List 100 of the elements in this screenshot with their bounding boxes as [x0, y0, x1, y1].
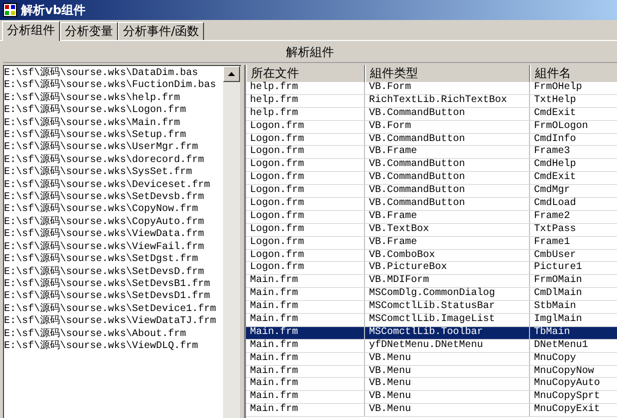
table-cell: FrmOHelp: [530, 82, 617, 95]
table-row[interactable]: Logon.frm VB.CommandButton CmdHelp: [246, 159, 617, 172]
file-list-item[interactable]: E:\sf\源码\sourse.wks\SysSet.frm: [4, 167, 223, 180]
table-row[interactable]: Logon.frm VB.CommandButton CmdMgr: [246, 185, 617, 198]
table-cell: Main.frm: [246, 301, 365, 314]
file-list-item[interactable]: E:\sf\源码\sourse.wks\Main.frm: [4, 118, 223, 130]
table-cell: VB.CommandButton: [365, 134, 530, 146]
table-row[interactable]: Main.frm VB.Menu MnuCopyAuto: [246, 378, 617, 392]
table-cell: CmdMgr: [530, 185, 617, 198]
tab[interactable]: 分析事件/函数: [118, 22, 204, 40]
tab[interactable]: 分析变量: [60, 22, 118, 40]
table-row[interactable]: Main.frm VB.Menu MnuCopy: [246, 352, 617, 366]
table-cell: MnuCopySprt: [530, 391, 617, 404]
file-list-item[interactable]: E:\sf\源码\sourse.wks\CopyAuto.frm: [4, 216, 223, 230]
table-cell: VB.Frame: [365, 210, 530, 224]
table-cell: TxtHelp: [530, 94, 617, 108]
table-row[interactable]: help.frm VB.Form FrmOHelp: [246, 82, 617, 95]
file-list-item[interactable]: E:\sf\源码\sourse.wks\CopyNow.frm: [4, 204, 223, 217]
column-header[interactable]: 組件类型: [365, 65, 530, 82]
table-cell: FrmOMain: [530, 275, 617, 288]
table-cell: Picture1: [530, 262, 617, 276]
scroll-up-button[interactable]: [223, 66, 240, 82]
file-list-item[interactable]: E:\sf\源码\sourse.wks\DataDim.bas: [4, 68, 223, 80]
file-list-item[interactable]: E:\sf\源码\sourse.wks\SetDevsD.frm: [4, 266, 223, 279]
file-list-item[interactable]: E:\sf\源码\sourse.wks\FuctionDim.bas: [4, 80, 223, 93]
table-row[interactable]: Main.frm MSComctlLib.StatusBar StbMain: [246, 301, 617, 314]
file-list-item[interactable]: E:\sf\源码\sourse.wks\SetDevsb.frm: [4, 192, 223, 204]
table-row[interactable]: Main.frm yfDNetMenu.DNetMenu DNetMenu1: [246, 340, 617, 353]
table-row[interactable]: Main.frm VB.Menu MnuCopySprt: [246, 391, 617, 404]
table-cell: Logon.frm: [246, 134, 365, 146]
file-list-item[interactable]: E:\sf\源码\sourse.wks\SetDevsB1.frm: [4, 278, 223, 292]
table-cell: VB.Frame: [365, 146, 530, 160]
table-cell: Frame2: [530, 210, 617, 224]
table-cell: Logon.frm: [246, 159, 365, 172]
table-cell: VB.CommandButton: [365, 159, 530, 172]
table-row[interactable]: Main.frm MSComDlg.CommonDialog CmDlMain: [246, 288, 617, 302]
table-cell: help.frm: [246, 82, 365, 95]
file-list-item[interactable]: E:\sf\源码\sourse.wks\help.frm: [4, 92, 223, 106]
table-row[interactable]: Logon.frm VB.TextBox TxtPass: [246, 224, 617, 237]
table-row[interactable]: Logon.frm VB.PictureBox Picture1: [246, 262, 617, 276]
file-list-item[interactable]: E:\sf\源码\sourse.wks\ViewDLQ.frm: [4, 340, 223, 354]
table-cell: VB.CommandButton: [365, 198, 530, 211]
table-row[interactable]: help.frm RichTextLib.RichTextBox TxtHelp: [246, 94, 617, 108]
table-row[interactable]: Main.frm VB.Menu MnuCopyExit: [246, 404, 617, 418]
table-cell: Logon.frm: [246, 224, 365, 237]
file-list-item[interactable]: E:\sf\源码\sourse.wks\ViewData.frm: [4, 229, 223, 242]
table-cell: VB.CommandButton: [365, 172, 530, 186]
file-list-item[interactable]: E:\sf\源码\sourse.wks\Logon.frm: [4, 105, 223, 118]
tab[interactable]: 分析组件: [2, 21, 60, 41]
table-cell: MSComctlLib.Toolbar: [365, 326, 530, 340]
table-row[interactable]: help.frm VB.CommandButton CmdExit: [246, 108, 617, 121]
table-cell: Frame3: [530, 146, 617, 160]
table-cell: VB.Menu: [365, 404, 530, 418]
table-row[interactable]: Logon.frm VB.Frame Frame2: [246, 210, 617, 224]
table-cell: VB.Form: [365, 120, 530, 134]
scrollbar[interactable]: [223, 66, 240, 418]
table-row[interactable]: Logon.frm VB.Frame Frame3: [246, 146, 617, 160]
table-row[interactable]: Logon.frm VB.Form FrmOLogon: [246, 120, 617, 134]
table-row[interactable]: Main.frm VB.MDIForm FrmOMain: [246, 275, 617, 288]
table-cell: VB.PictureBox: [365, 262, 530, 276]
table-row[interactable]: Logon.frm VB.Frame Frame1: [246, 236, 617, 250]
table-row[interactable]: Logon.frm VB.ComboBox CmbUser: [246, 250, 617, 262]
file-list-item[interactable]: E:\sf\源码\sourse.wks\SetDevice1.frm: [4, 304, 223, 316]
table-row[interactable]: Logon.frm VB.CommandButton CmdExit: [246, 172, 617, 186]
table-cell: CmdExit: [530, 172, 617, 186]
file-list-item[interactable]: E:\sf\源码\sourse.wks\dorecord.frm: [4, 154, 223, 168]
up-arrow-icon: [228, 72, 235, 76]
table-cell: TxtPass: [530, 224, 617, 237]
file-list-item[interactable]: E:\sf\源码\sourse.wks\Deviceset.frm: [4, 180, 223, 192]
table-cell: Logon.frm: [246, 146, 365, 160]
table-row[interactable]: Logon.frm VB.CommandButton CmdLoad: [246, 198, 617, 211]
table-cell: CmdLoad: [530, 198, 617, 211]
table-row[interactable]: Main.frm MSComctlLib.Toolbar TbMain: [246, 326, 617, 340]
table-row[interactable]: Main.frm VB.Menu MnuCopyNow: [246, 366, 617, 378]
table-cell: VB.MDIForm: [365, 275, 530, 288]
table-cell: Main.frm: [246, 404, 365, 418]
column-header[interactable]: 所在文件: [246, 65, 365, 82]
column-header[interactable]: 組件名: [530, 65, 617, 82]
table-cell: Main.frm: [246, 352, 365, 366]
file-list-item[interactable]: E:\sf\源码\sourse.wks\UserMgr.frm: [4, 142, 223, 155]
table-cell: TbMain: [530, 326, 617, 340]
table-cell: MnuCopyAuto: [530, 378, 617, 392]
file-list-item[interactable]: E:\sf\源码\sourse.wks\ViewDataTJ.frm: [4, 316, 223, 329]
table-cell: VB.CommandButton: [365, 108, 530, 121]
table-cell: Logon.frm: [246, 185, 365, 198]
table-row[interactable]: Logon.frm VB.CommandButton CmdInfo: [246, 134, 617, 146]
table-cell: Main.frm: [246, 366, 365, 378]
table-cell: Main.frm: [246, 340, 365, 353]
table-cell: Logon.frm: [246, 172, 365, 186]
file-list-item[interactable]: E:\sf\源码\sourse.wks\SetDevsD1.frm: [4, 291, 223, 304]
table-cell: Logon.frm: [246, 120, 365, 134]
table-cell: CmbUser: [530, 250, 617, 262]
table-cell: VB.TextBox: [365, 224, 530, 237]
table-cell: VB.Menu: [365, 391, 530, 404]
table-cell: VB.Form: [365, 82, 530, 95]
file-list-item[interactable]: E:\sf\源码\sourse.wks\About.frm: [4, 328, 223, 341]
file-list-item[interactable]: E:\sf\源码\sourse.wks\Setup.frm: [4, 130, 223, 142]
file-list-item[interactable]: E:\sf\源码\sourse.wks\SetDgst.frm: [4, 254, 223, 266]
file-list-item[interactable]: E:\sf\源码\sourse.wks\ViewFail.frm: [4, 242, 223, 254]
table-cell: DNetMenu1: [530, 340, 617, 353]
